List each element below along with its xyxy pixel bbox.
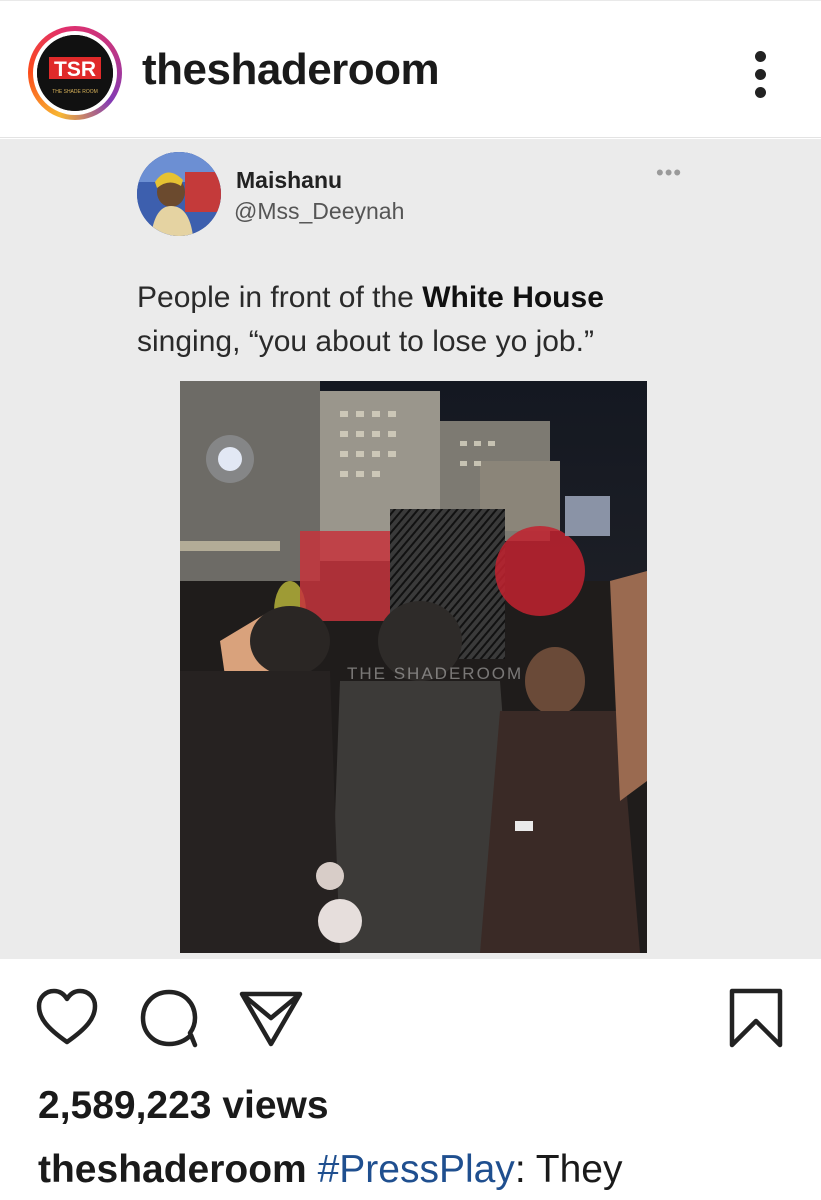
tweet-avatar xyxy=(137,152,221,236)
video-frame[interactable]: THE SHADEROOM xyxy=(180,381,647,953)
tweet-text-part: People in front of the xyxy=(137,281,423,314)
more-vertical-icon[interactable] xyxy=(745,51,775,98)
post-header: TSR THE SHADE ROOM theshaderoom xyxy=(0,0,821,138)
tsr-logo: TSR THE SHADE ROOM xyxy=(37,35,113,111)
tweet-handle: @Mss_Deeynah xyxy=(234,198,405,224)
heart-icon[interactable] xyxy=(35,988,99,1046)
action-bar xyxy=(0,960,821,1060)
caption-text: : They xyxy=(514,1148,623,1191)
caption-username[interactable]: theshaderoom xyxy=(38,1148,307,1191)
bookmark-icon[interactable] xyxy=(728,987,784,1049)
comment-icon[interactable] xyxy=(139,989,201,1049)
video-watermark: THE SHADEROOM xyxy=(347,664,524,683)
avatar-frame: TSR THE SHADE ROOM xyxy=(33,31,117,115)
profile-avatar[interactable]: TSR THE SHADE ROOM xyxy=(28,26,122,120)
view-count[interactable]: 2,589,223 views xyxy=(38,1084,329,1128)
more-horizontal-icon: ••• xyxy=(656,160,683,185)
post-username[interactable]: theshaderoom xyxy=(142,45,440,95)
tweet-display-name: Maishanu xyxy=(236,167,343,193)
caption-hashtag[interactable]: #PressPlay xyxy=(318,1148,515,1191)
tweet-text-bold: White House xyxy=(422,281,604,314)
tsr-logo-graphic: TSR THE SHADE ROOM xyxy=(37,35,113,111)
logo-subtext: THE SHADE ROOM xyxy=(52,89,98,95)
post-caption: theshaderoom #PressPlay: They xyxy=(38,1148,622,1192)
logo-text: TSR xyxy=(54,58,96,81)
tweet-text-part: singing, “you about to lose yo job.” xyxy=(137,325,594,358)
tweet-avatar-photo xyxy=(137,152,221,236)
send-icon[interactable] xyxy=(238,988,304,1048)
tweet-text: People in front of the White House singi… xyxy=(137,276,697,364)
